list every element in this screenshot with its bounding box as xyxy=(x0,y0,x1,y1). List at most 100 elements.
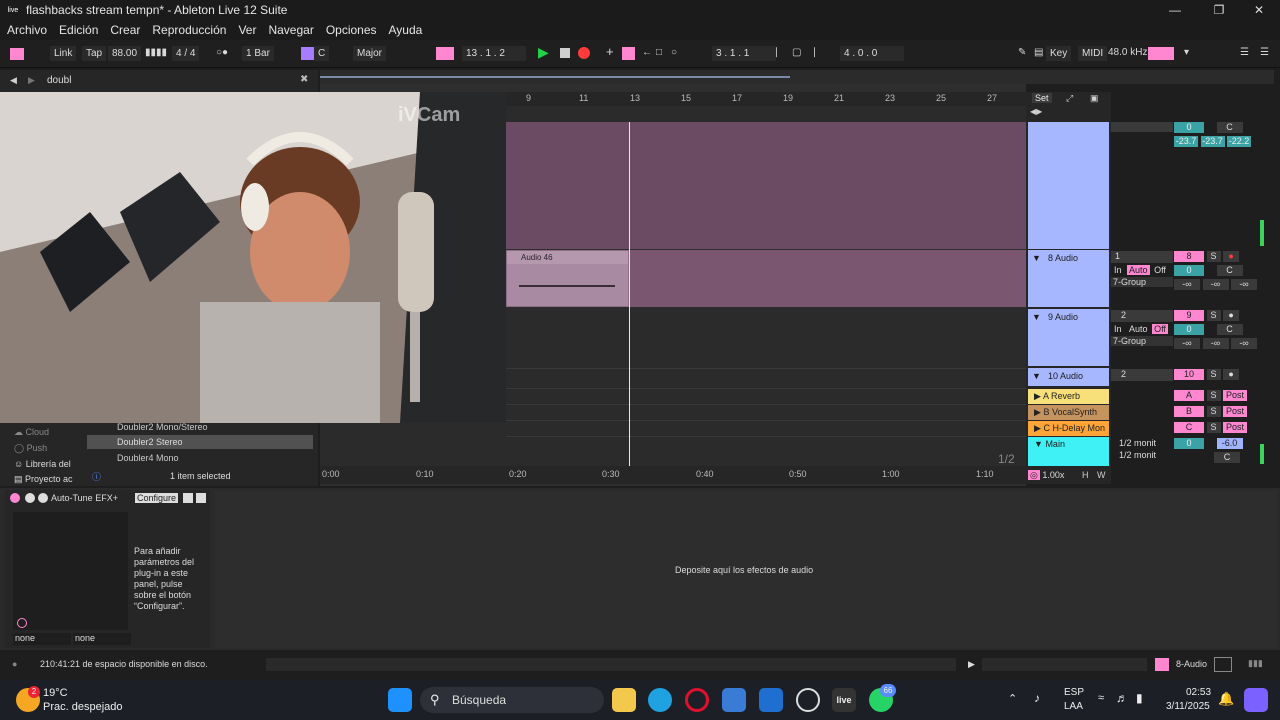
minimize-icon[interactable]: — xyxy=(1160,2,1190,18)
pre-post-button[interactable]: Post xyxy=(1223,422,1248,433)
input-channel-select[interactable]: 2 xyxy=(1111,369,1173,381)
opera-icon[interactable] xyxy=(685,688,709,712)
close-icon[interactable]: ✕ xyxy=(1244,2,1274,18)
windows-start-icon[interactable] xyxy=(388,688,412,712)
clear-search-icon[interactable]: ✖ xyxy=(300,74,308,85)
send-c[interactable]: -∞ xyxy=(1231,338,1258,349)
battery-icon[interactable]: ▮ xyxy=(1136,691,1143,705)
loop-start-field[interactable]: 3 . 1 . 1 xyxy=(712,46,776,61)
edge-icon[interactable] xyxy=(648,688,672,712)
configure-button[interactable]: Configure xyxy=(135,493,179,503)
tempo-field[interactable]: 88.00 xyxy=(108,46,142,61)
return-activator[interactable]: A xyxy=(1174,390,1204,401)
scale-select[interactable]: Major xyxy=(353,46,387,61)
solo-button[interactable]: S xyxy=(1206,251,1221,262)
return-track-c-hdelay[interactable]: ▶ C H-Delay Mon xyxy=(1028,421,1109,436)
key-select[interactable]: C xyxy=(314,46,330,61)
menu-icon[interactable]: ☰ xyxy=(1260,47,1269,58)
mail-icon[interactable] xyxy=(759,688,783,712)
track-header-9-audio[interactable]: ▼ 9 Audio xyxy=(1028,309,1109,366)
return-track-a-reverb[interactable]: ▶ A Reverb xyxy=(1028,389,1109,404)
send-b[interactable]: -∞ xyxy=(1202,338,1229,349)
track-lanes-left[interactable] xyxy=(320,423,506,466)
notifications-icon[interactable]: 🔔 xyxy=(1218,691,1234,707)
pan-field[interactable]: C xyxy=(1216,122,1243,133)
info-icon[interactable]: ● xyxy=(12,659,17,669)
menu-edicion[interactable]: Edición xyxy=(59,23,98,37)
key-map-button[interactable]: Key xyxy=(1046,46,1072,61)
capture-midi-icon[interactable]: □ xyxy=(656,47,662,58)
session-record-icon[interactable]: ○ xyxy=(671,47,677,58)
pre-post-button[interactable]: Post xyxy=(1223,406,1248,417)
follow-icon[interactable] xyxy=(436,47,454,60)
main-volume[interactable]: 0 xyxy=(1174,438,1204,449)
main-output-select-2[interactable]: 1/2 monit xyxy=(1111,450,1173,460)
group-io-slot[interactable] xyxy=(1111,122,1173,132)
fold-icon[interactable]: ▼ xyxy=(1032,312,1041,322)
arm-record-icon[interactable]: ● xyxy=(1223,310,1240,321)
monitor-in-button[interactable]: In xyxy=(1111,265,1125,275)
automation-arm-icon[interactable] xyxy=(622,47,635,60)
menu-ayuda[interactable]: Ayuda xyxy=(389,23,423,37)
record-icon[interactable] xyxy=(578,47,590,59)
metronome-icon[interactable]: ○● xyxy=(216,47,228,58)
param-select-left[interactable]: none xyxy=(13,633,71,645)
bar-ruler[interactable]: 9 11 13 15 17 19 21 23 25 27 xyxy=(506,92,1026,106)
menu-archivo[interactable]: Archivo xyxy=(7,23,47,37)
return-activator[interactable]: C xyxy=(1174,422,1204,433)
track-header-10-audio[interactable]: ▼ 10 Audio xyxy=(1028,368,1109,386)
keyboard-icon[interactable]: ▤ xyxy=(1034,47,1043,58)
pan-field[interactable]: C xyxy=(1216,265,1243,276)
arm-record-icon[interactable]: ● xyxy=(1223,251,1240,262)
time-signature-field[interactable]: 4 / 4 xyxy=(172,46,200,61)
wrench-icon[interactable] xyxy=(38,493,48,503)
monitor-in-button[interactable]: In xyxy=(1111,324,1125,334)
arm-record-icon[interactable]: ● xyxy=(1223,369,1240,380)
group-track-lane[interactable] xyxy=(506,122,1026,249)
place-library[interactable]: ☺ Librería del xyxy=(14,459,71,469)
monitor-auto-button[interactable]: Auto xyxy=(1127,265,1150,275)
place-push[interactable]: ◯ Push xyxy=(14,443,47,454)
play-icon[interactable]: ▶ xyxy=(968,659,975,670)
expand-icon[interactable]: ⤢ xyxy=(1066,93,1073,104)
main-pan[interactable]: C xyxy=(1214,452,1240,463)
loop-switch-icon[interactable]: ▢ xyxy=(792,47,801,58)
solo-button[interactable]: S xyxy=(1206,369,1221,380)
clock-time[interactable]: 02:53 xyxy=(1186,687,1211,698)
monitor-auto-button[interactable]: Auto xyxy=(1127,324,1150,334)
main-output-select-1[interactable]: 1/2 monit xyxy=(1111,438,1173,448)
stop-icon[interactable] xyxy=(560,48,570,58)
copilot-icon[interactable] xyxy=(1244,688,1268,712)
store-icon[interactable] xyxy=(722,688,746,712)
output-select[interactable]: 7-Group xyxy=(1111,277,1173,287)
solo-button[interactable]: S xyxy=(1206,422,1221,433)
volume-field[interactable]: 0 xyxy=(1174,324,1204,335)
back-to-arrangement-icon[interactable]: ← xyxy=(642,47,652,58)
place-project[interactable]: ▤ Proyecto ac xyxy=(14,474,73,485)
overdub-icon[interactable]: + xyxy=(606,44,614,59)
set-button[interactable]: Set xyxy=(1032,93,1052,103)
volume-icon[interactable]: ♬ xyxy=(1116,691,1128,705)
link-button[interactable]: Link xyxy=(50,46,77,61)
track-lanes-lower[interactable] xyxy=(506,308,1026,466)
browser-item-selected[interactable]: Doubler2 Stereo xyxy=(87,435,313,449)
wifi-icon[interactable]: ≈ xyxy=(1098,692,1104,704)
pan-field[interactable]: C xyxy=(1216,324,1243,335)
fold-icon[interactable]: ▼ xyxy=(1032,253,1041,263)
browser-search-input[interactable]: doubl xyxy=(47,75,71,86)
menu-ver[interactable]: Ver xyxy=(238,23,256,37)
midi-view-icon[interactable] xyxy=(1214,657,1232,672)
taskbar-search[interactable]: ⚲ Búsqueda xyxy=(420,687,604,713)
audio-clip[interactable]: Audio 46 xyxy=(506,250,629,307)
arrangement-overview[interactable] xyxy=(320,70,1274,84)
solo-button[interactable]: S xyxy=(1206,310,1221,321)
device-drop-zone[interactable]: Deposite aquí los efectos de audio xyxy=(215,490,1277,648)
lock-icon[interactable]: ▣ xyxy=(1090,93,1099,104)
volume-field[interactable]: 0 xyxy=(1174,122,1204,133)
fold-arrows-icon[interactable]: ◀▶ xyxy=(1030,107,1042,116)
main-track-header[interactable]: ▼ Main xyxy=(1028,437,1109,466)
menu-reproduccion[interactable]: Reproducción xyxy=(152,23,226,37)
param-select-right[interactable]: none xyxy=(73,633,131,645)
track-header-8-audio[interactable]: ▼ 8 Audio xyxy=(1028,250,1109,307)
song-position-field[interactable]: 13 . 1 . 2 xyxy=(462,46,526,61)
